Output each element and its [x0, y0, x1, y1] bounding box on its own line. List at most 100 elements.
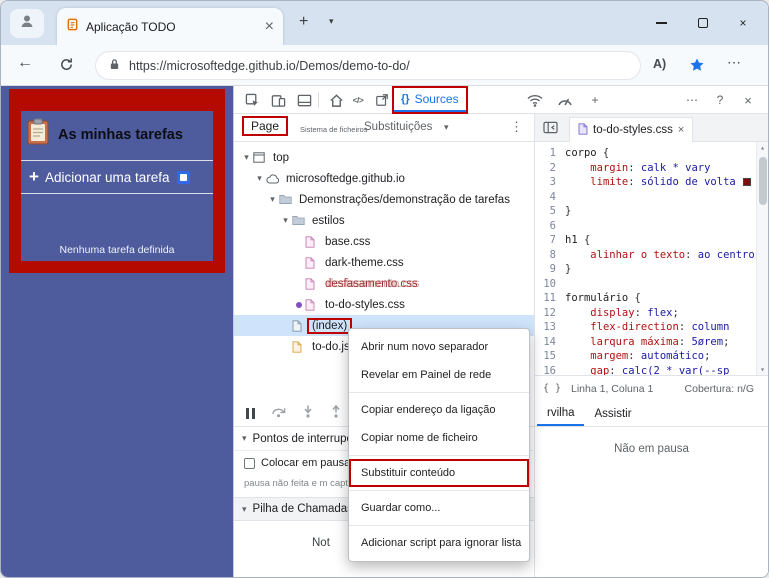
scroll-down-icon[interactable]: ▾: [757, 365, 768, 374]
code-line[interactable]: }: [565, 204, 756, 219]
back-button[interactable]: ←: [17, 54, 33, 72]
home-icon[interactable]: [326, 90, 346, 110]
line-number[interactable]: 11: [535, 291, 561, 306]
add-pane-button[interactable]: +: [585, 90, 605, 110]
line-number[interactable]: 12: [535, 306, 561, 321]
tree-item-dark-theme-css[interactable]: dark-theme.css: [234, 252, 534, 273]
devtools-help-button[interactable]: ?: [710, 90, 730, 110]
code-line[interactable]: }: [565, 262, 756, 277]
menu-item-substituir-conte-do[interactable]: Substituir conteúdo: [349, 459, 529, 487]
code-line[interactable]: display: flex;: [565, 306, 756, 321]
window-minimize-button[interactable]: [640, 1, 682, 45]
profile-button[interactable]: [10, 9, 44, 38]
expand-arrow-icon[interactable]: ▾: [279, 215, 292, 226]
scrollbar-thumb[interactable]: [759, 157, 767, 205]
devtools-close-button[interactable]: ×: [738, 90, 758, 110]
pause-script-icon[interactable]: [246, 408, 255, 419]
code-line[interactable]: alinhar o texto: ao centro;: [565, 248, 756, 263]
code-line[interactable]: gap: calc(2 * var(--sp: [565, 364, 756, 376]
menu-item-guardar-como[interactable]: Guardar como...: [349, 494, 529, 522]
step-over-icon[interactable]: [271, 405, 286, 423]
network-conditions-icon[interactable]: [525, 90, 545, 110]
address-bar[interactable]: https://microsoftedge.github.io/Demos/de…: [95, 51, 641, 80]
tree-item-estilos[interactable]: ▾estilos: [234, 210, 534, 231]
browser-menu-button[interactable]: ⋯: [727, 54, 741, 71]
code-line[interactable]: [565, 219, 756, 234]
menu-item-copiar-endere-o-da-liga-o[interactable]: Copiar endereço da ligação: [349, 396, 529, 424]
expand-arrow-icon[interactable]: ▾: [240, 152, 253, 163]
menu-item-adicionar-script-para-ignorar-lista[interactable]: Adicionar script para ignorar lista: [349, 529, 529, 557]
line-number[interactable]: 6: [535, 219, 561, 234]
code-line[interactable]: corpo {: [565, 146, 756, 161]
tree-item-to-do-styles-css[interactable]: to-do-styles.css: [234, 294, 534, 315]
step-into-icon[interactable]: [302, 405, 314, 423]
browser-tab[interactable]: Aplicação TODO ×: [57, 8, 283, 45]
scroll-up-icon[interactable]: ▴: [757, 143, 768, 152]
line-number[interactable]: 3: [535, 175, 561, 190]
tab-filesystem[interactable]: Sistema de ficheiros: [300, 125, 368, 134]
code-line[interactable]: [565, 277, 756, 292]
menu-item-abrir-num-novo-separador[interactable]: Abrir num novo separador: [349, 333, 529, 361]
tree-item-desfasamento-css[interactable]: desfasamento.css: [234, 273, 534, 294]
close-file-tab-icon[interactable]: ×: [678, 124, 684, 136]
tree-item-demonstra-es-demonstra-o-de-tarefas[interactable]: ▾Demonstrações/demonstração de tarefas: [234, 189, 534, 210]
tab-list-chevron-icon[interactable]: ▾: [329, 16, 334, 27]
more-tabs-chevron-icon[interactable]: ▾: [444, 122, 449, 133]
translate-widget-icon[interactable]: [177, 171, 190, 184]
code-line[interactable]: [565, 190, 756, 205]
line-number[interactable]: 9: [535, 262, 561, 277]
line-number[interactable]: 7: [535, 233, 561, 248]
tab-sources[interactable]: {} Sources: [394, 88, 466, 112]
tab-watch[interactable]: Assistir: [584, 401, 641, 426]
favorite-star-icon[interactable]: [689, 57, 705, 78]
menu-item-revelar-em-painel-de-rede[interactable]: Revelar em Painel de rede: [349, 361, 529, 389]
line-number[interactable]: 1: [535, 146, 561, 161]
tree-item-microsoftedge-github-io[interactable]: ▾microsoftedge.github.io: [234, 168, 534, 189]
code-line[interactable]: margin: calk * vary: [565, 161, 756, 176]
new-tab-button[interactable]: +: [299, 13, 308, 31]
code-editor[interactable]: 12345678910111213141516 corpo { margin: …: [535, 142, 768, 375]
menu-item-copiar-nome-de-ficheiro[interactable]: Copiar nome de ficheiro: [349, 424, 529, 452]
refresh-button[interactable]: [59, 57, 74, 77]
code-line[interactable]: limite: sólido de volta f: [565, 175, 756, 190]
tree-item-top[interactable]: ▾top: [234, 147, 534, 168]
devtools-more-menu[interactable]: ⋯: [682, 90, 702, 110]
pause-checkbox[interactable]: [244, 458, 255, 469]
editor-file-tab[interactable]: to-do-styles.css ×: [569, 117, 693, 142]
line-number[interactable]: 14: [535, 335, 561, 350]
add-task-button[interactable]: + Adicionar uma tarefa: [21, 160, 213, 194]
tab-close-icon[interactable]: ×: [265, 18, 274, 36]
expand-arrow-icon[interactable]: ▾: [266, 194, 279, 205]
code-line[interactable]: larqura máxima: 5ørem;: [565, 335, 756, 350]
window-maximize-button[interactable]: [682, 1, 724, 45]
performance-gauge-icon[interactable]: [555, 90, 575, 110]
inspect-element-icon[interactable]: [242, 90, 262, 110]
device-toolbar-icon[interactable]: [268, 90, 288, 110]
line-number[interactable]: 15: [535, 349, 561, 364]
code-line[interactable]: h1 {: [565, 233, 756, 248]
line-number[interactable]: 13: [535, 320, 561, 335]
collapse-navigator-icon[interactable]: [543, 121, 558, 139]
line-number[interactable]: 10: [535, 277, 561, 292]
code-line[interactable]: margem: automático;: [565, 349, 756, 364]
step-out-icon[interactable]: [330, 405, 342, 423]
tab-overrides[interactable]: Substituições: [364, 121, 432, 133]
line-number[interactable]: 4: [535, 190, 561, 205]
color-swatch[interactable]: [743, 178, 751, 186]
pretty-print-icon[interactable]: { }: [543, 383, 561, 394]
tab-page[interactable]: Page: [244, 118, 286, 134]
line-number[interactable]: 2: [535, 161, 561, 176]
elements-panel-icon[interactable]: </>: [348, 90, 368, 110]
window-close-button[interactable]: ×: [722, 1, 764, 45]
navigator-kebab-menu-icon[interactable]: ⋮: [510, 119, 523, 135]
code-line[interactable]: flex-direction: column: [565, 320, 756, 335]
line-number[interactable]: 8: [535, 248, 561, 263]
line-number[interactable]: 16: [535, 364, 561, 376]
expand-arrow-icon[interactable]: ▾: [253, 173, 266, 184]
tree-item-base-css[interactable]: base.css: [234, 231, 534, 252]
dock-panel-icon[interactable]: [294, 90, 314, 110]
line-number[interactable]: 5: [535, 204, 561, 219]
open-panel-icon[interactable]: [372, 90, 392, 110]
read-aloud-button[interactable]: A): [653, 57, 666, 71]
editor-scrollbar[interactable]: ▴ ▾: [756, 142, 768, 375]
